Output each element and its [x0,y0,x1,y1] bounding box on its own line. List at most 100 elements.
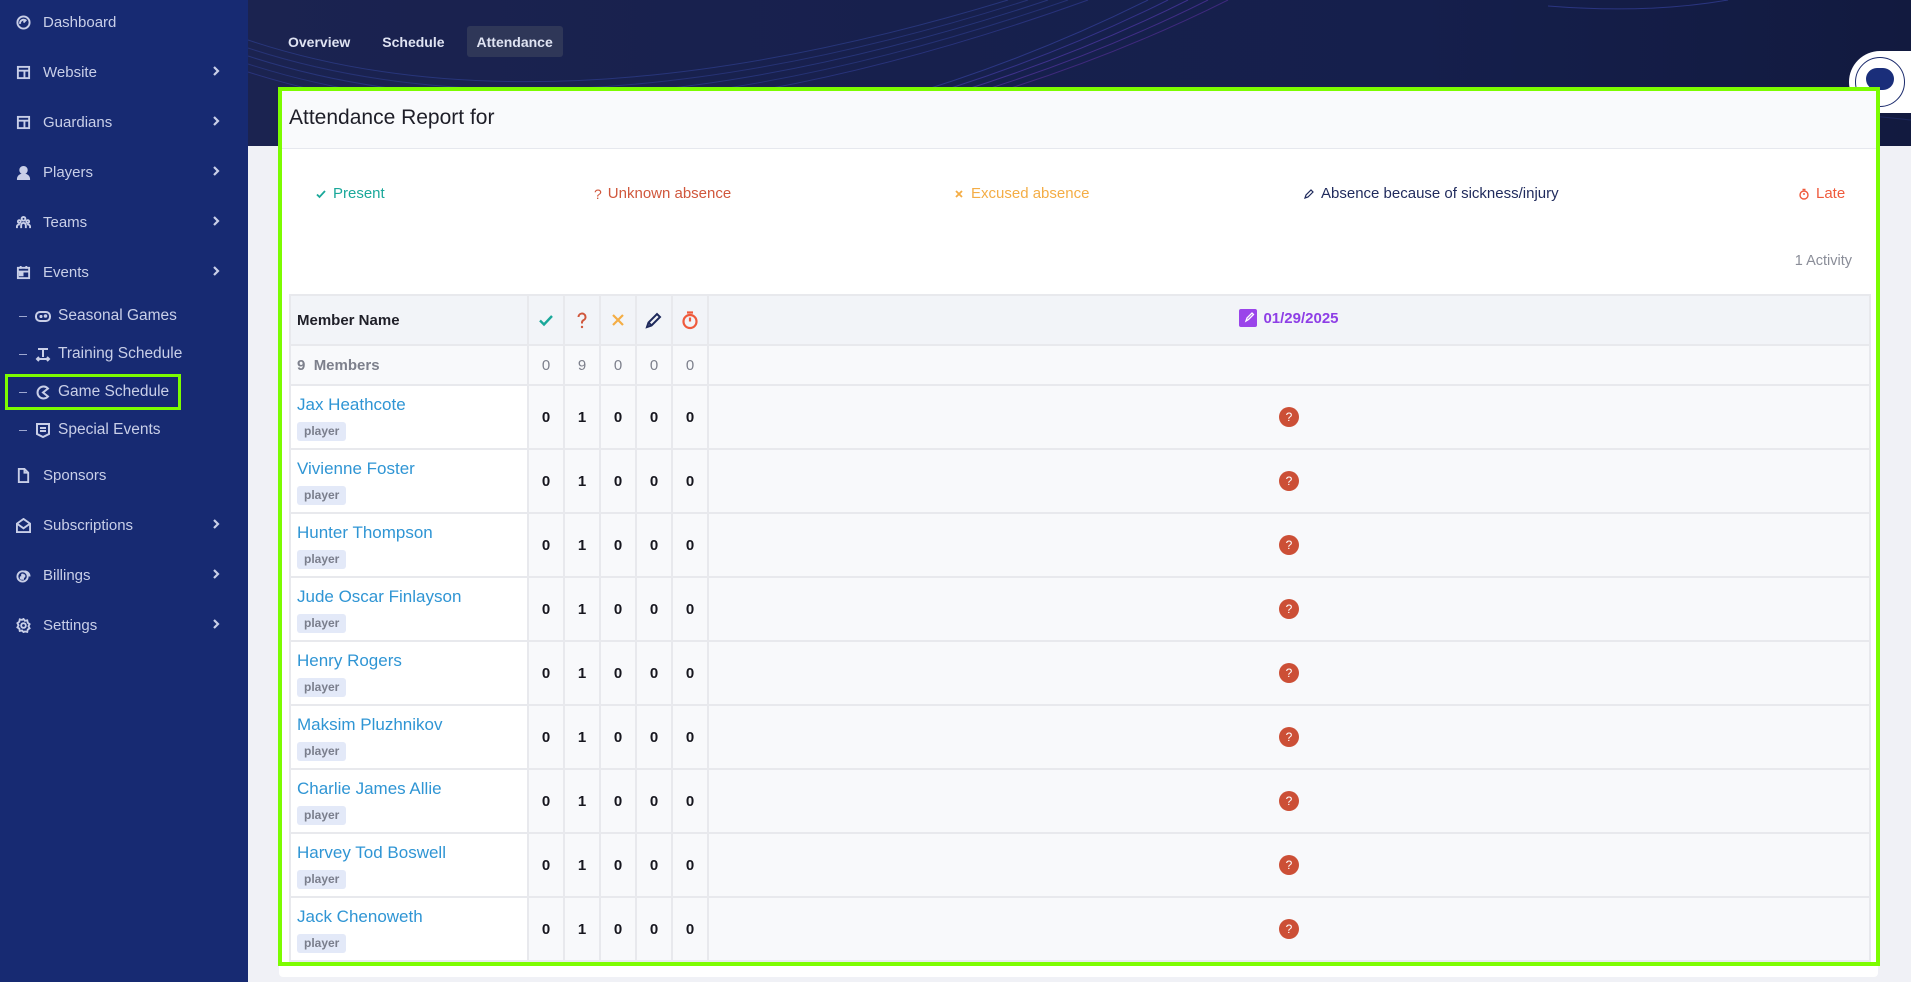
gamepad-icon [35,308,53,324]
attendance-report-card: Attendance Report for Present ? Unknown … [279,89,1878,977]
summary-row: 9 Members 0 9 0 0 0 [289,344,1871,386]
member-count-cell: 9 Members [289,344,529,386]
present-count: 0 [527,384,565,450]
column-header-present [527,294,565,346]
tab-bar: Overview Schedule Attendance [278,26,563,57]
sidebar-subitem-seasonal-games[interactable]: Seasonal Games [0,300,248,332]
sidebar-subitem-training-schedule[interactable]: Training Schedule [0,338,248,370]
training-icon [35,346,53,362]
member-name-link[interactable]: Charlie James Allie [297,779,527,799]
unknown-count: 1 [563,896,601,962]
pencil-icon [1304,188,1314,199]
sidebar-item-billings[interactable]: Billings [0,555,248,595]
unknown-status-icon[interactable]: ? [1279,855,1299,875]
tab-attendance[interactable]: Attendance [466,26,563,57]
legend-label: Excused absence [971,185,1090,202]
unknown-status-icon[interactable]: ? [1279,727,1299,747]
card-header: Attendance Report for [279,89,1878,149]
unknown-status-icon[interactable]: ? [1279,535,1299,555]
unknown-status-icon[interactable]: ? [1279,919,1299,939]
column-header-date: 01/29/2025 [707,294,1871,346]
sidebar-item-label: Website [43,63,97,81]
legend-sickness-injury: Absence because of sickness/injury [1303,185,1559,202]
sidebar-item-website[interactable]: Website [0,52,248,92]
activity-count: 1 Activity [1794,253,1852,269]
legend-label: Absence because of sickness/injury [1321,185,1559,202]
sidebar-item-guardians[interactable]: Guardians [0,102,248,142]
sickness-count: 0 [635,448,673,514]
unknown-count: 1 [563,384,601,450]
attendance-table: Member Name 01/29/2025 9 Members 0 9 0 0… [289,294,1871,962]
sidebar-item-settings[interactable]: Settings [0,605,248,645]
sidebar-item-label: Guardians [43,113,113,131]
late-count: 0 [671,896,709,962]
chevron-right-icon [210,617,224,631]
sickness-count: 0 [635,896,673,962]
table-row: Jax Heathcote player 0 1 0 0 0? [289,384,1871,450]
unknown-status-icon[interactable]: ? [1279,471,1299,491]
sidebar-item-teams[interactable]: Teams [0,202,248,242]
member-name-link[interactable]: Maksim Pluzhnikov [297,715,527,735]
member-name-link[interactable]: Vivienne Foster [297,459,527,479]
unknown-count: 1 [563,448,601,514]
summary-date-cell [707,344,1871,386]
user-icon [15,164,31,180]
excused-count: 0 [599,512,637,578]
sidebar-item-sponsors[interactable]: Sponsors [0,455,248,495]
sidebar-subitem-special-events[interactable]: Special Events [0,414,248,446]
sidebar-subitem-game-schedule[interactable]: Game Schedule [5,374,181,410]
role-badge: player [297,934,347,953]
chevron-right-icon [210,114,224,128]
sidebar-item-subscriptions[interactable]: Subscriptions [0,505,248,545]
member-name-link[interactable]: Henry Rogers [297,651,527,671]
sidebar-item-label: Events [43,263,89,281]
member-name-link[interactable]: Jude Oscar Finlayson [297,587,527,607]
member-name-link[interactable]: Hunter Thompson [297,523,527,543]
total-excused: 0 [599,344,637,386]
member-count-label: Members [313,356,380,374]
x-icon [955,189,963,198]
sidebar-item-label: Billings [43,566,91,584]
member-cell: Hunter Thompson player [289,512,529,578]
role-badge: player [297,678,347,697]
chevron-right-icon [210,164,224,178]
sickness-count: 0 [635,512,673,578]
unknown-status-icon[interactable]: ? [1279,407,1299,427]
calendar-icon [15,264,31,280]
sidebar-item-dashboard[interactable]: Dashboard [0,2,248,42]
role-badge: player [297,550,347,569]
tree-dash [19,391,27,393]
attendance-status-cell: ? [707,384,1871,450]
legend-present: Present [315,185,385,202]
column-header-member-name[interactable]: Member Name [289,294,529,346]
member-name-link[interactable]: Harvey Tod Boswell [297,843,527,863]
late-count: 0 [671,576,709,642]
member-cell: Vivienne Foster player [289,448,529,514]
member-cell: Maksim Pluzhnikov player [289,704,529,770]
unknown-status-icon[interactable]: ? [1279,791,1299,811]
sidebar-item-events[interactable]: Events [0,252,248,292]
pacman-icon [35,384,53,400]
member-cell: Jax Heathcote player [289,384,529,450]
unknown-count: 1 [563,576,601,642]
column-header-excused [599,294,637,346]
unknown-status-icon[interactable]: ? [1279,599,1299,619]
member-name-link[interactable]: Jack Chenoweth [297,907,527,927]
tab-schedule[interactable]: Schedule [372,26,454,57]
tab-overview[interactable]: Overview [278,26,360,57]
legend-unknown-absence: ? Unknown absence [594,185,731,202]
activity-date-link[interactable]: 01/29/2025 [1239,309,1339,327]
coins-icon [15,567,31,583]
stopwatch-icon [682,311,698,330]
sidebar-item-label: Training Schedule [58,345,183,362]
total-late: 0 [671,344,709,386]
chevron-right-icon [210,517,224,531]
unknown-status-icon[interactable]: ? [1279,663,1299,683]
sidebar-item-label: Teams [43,213,88,231]
role-badge: player [297,806,347,825]
table-row: Henry Rogers player 0 1 0 0 0? [289,640,1871,706]
role-badge: player [297,486,347,505]
member-name-link[interactable]: Jax Heathcote [297,395,527,415]
sidebar-item-players[interactable]: Players [0,152,248,192]
member-cell: Harvey Tod Boswell player [289,832,529,898]
